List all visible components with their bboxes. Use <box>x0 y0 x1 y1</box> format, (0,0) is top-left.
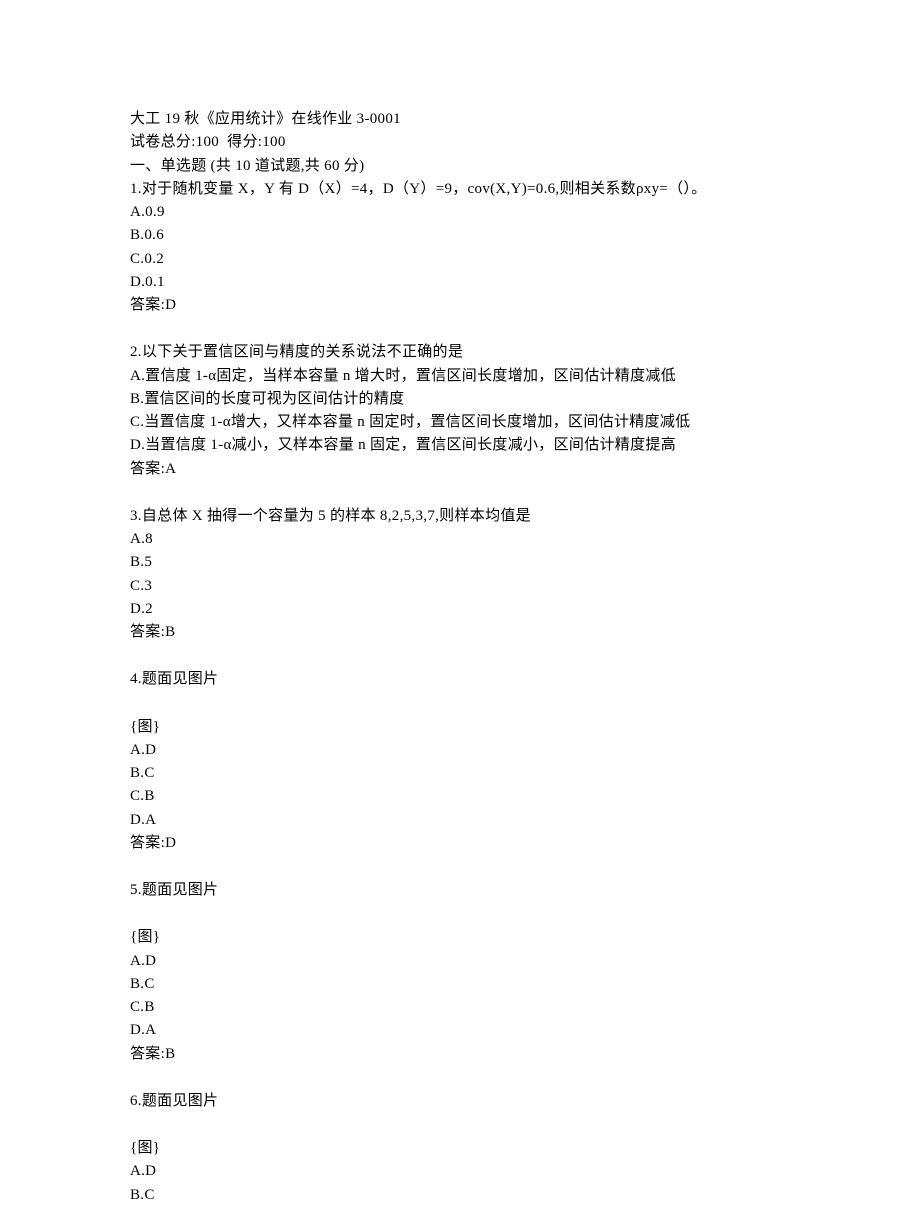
score-line: 试卷总分:100 得分:100 <box>130 131 790 154</box>
option-c: C.B <box>130 785 790 808</box>
spacer <box>130 1113 790 1137</box>
exam-title: 大工 19 秋《应用统计》在线作业 3-0001 <box>130 108 790 131</box>
option-d: D.2 <box>130 598 790 621</box>
question-block: 5.题面见图片 {图} A.D B.C C.B D.A 答案:B <box>130 879 790 1066</box>
question-block: 3.自总体 X 抽得一个容量为 5 的样本 8,2,5,3,7,则样本均值是 A… <box>130 505 790 645</box>
answer-line: 答案:A <box>130 458 790 481</box>
spacer <box>130 317 790 341</box>
question-stem: 1.对于随机变量 X，Y 有 D（X）=4，D（Y）=9，cov(X,Y)=0.… <box>130 178 790 201</box>
option-a: A.D <box>130 950 790 973</box>
section-header: 一、单选题 (共 10 道试题,共 60 分) <box>130 155 790 178</box>
spacer <box>130 1066 790 1090</box>
spacer <box>130 855 790 879</box>
option-c: C.3 <box>130 575 790 598</box>
option-c: C.当置信度 1-α增大，又样本容量 n 固定时，置信区间长度增加，区间估计精度… <box>130 411 790 434</box>
option-a: A.0.9 <box>130 201 790 224</box>
question-block: 4.题面见图片 {图} A.D B.C C.B D.A 答案:D <box>130 668 790 855</box>
option-d: D.A <box>130 1019 790 1042</box>
question-stem: 3.自总体 X 抽得一个容量为 5 的样本 8,2,5,3,7,则样本均值是 <box>130 505 790 528</box>
option-b: B.C <box>130 973 790 996</box>
spacer <box>130 902 790 926</box>
answer-line: 答案:B <box>130 621 790 644</box>
option-a: A.D <box>130 1160 790 1183</box>
answer-line: 答案:B <box>130 1043 790 1066</box>
option-a: A.8 <box>130 528 790 551</box>
question-block: 6.题面见图片 {图} A.D B.C <box>130 1090 790 1207</box>
spacer <box>130 692 790 716</box>
option-d: D.A <box>130 809 790 832</box>
option-a: A.置信度 1-α固定，当样本容量 n 增大时，置信区间长度增加，区间估计精度减… <box>130 365 790 388</box>
question-block: 1.对于随机变量 X，Y 有 D（X）=4，D（Y）=9，cov(X,Y)=0.… <box>130 178 790 318</box>
spacer <box>130 644 790 668</box>
spacer <box>130 481 790 505</box>
question-stem: 4.题面见图片 <box>130 668 790 691</box>
answer-line: 答案:D <box>130 294 790 317</box>
option-b: B.5 <box>130 551 790 574</box>
document-header: 大工 19 秋《应用统计》在线作业 3-0001 试卷总分:100 得分:100… <box>130 108 790 178</box>
option-c: C.0.2 <box>130 248 790 271</box>
option-c: C.B <box>130 996 790 1019</box>
question-stem: 2.以下关于置信区间与精度的关系说法不正确的是 <box>130 341 790 364</box>
option-b: B.0.6 <box>130 224 790 247</box>
question-stem: 6.题面见图片 <box>130 1090 790 1113</box>
image-placeholder: {图} <box>130 716 790 739</box>
option-b: B.C <box>130 762 790 785</box>
question-stem: 5.题面见图片 <box>130 879 790 902</box>
option-b: B.C <box>130 1184 790 1207</box>
image-placeholder: {图} <box>130 1137 790 1160</box>
option-d: D.0.1 <box>130 271 790 294</box>
question-block: 2.以下关于置信区间与精度的关系说法不正确的是 A.置信度 1-α固定，当样本容… <box>130 341 790 481</box>
option-a: A.D <box>130 739 790 762</box>
option-b: B.置信区间的长度可视为区间估计的精度 <box>130 388 790 411</box>
answer-line: 答案:D <box>130 832 790 855</box>
image-placeholder: {图} <box>130 926 790 949</box>
option-d: D.当置信度 1-α减小，又样本容量 n 固定，置信区间长度减小，区间估计精度提… <box>130 434 790 457</box>
